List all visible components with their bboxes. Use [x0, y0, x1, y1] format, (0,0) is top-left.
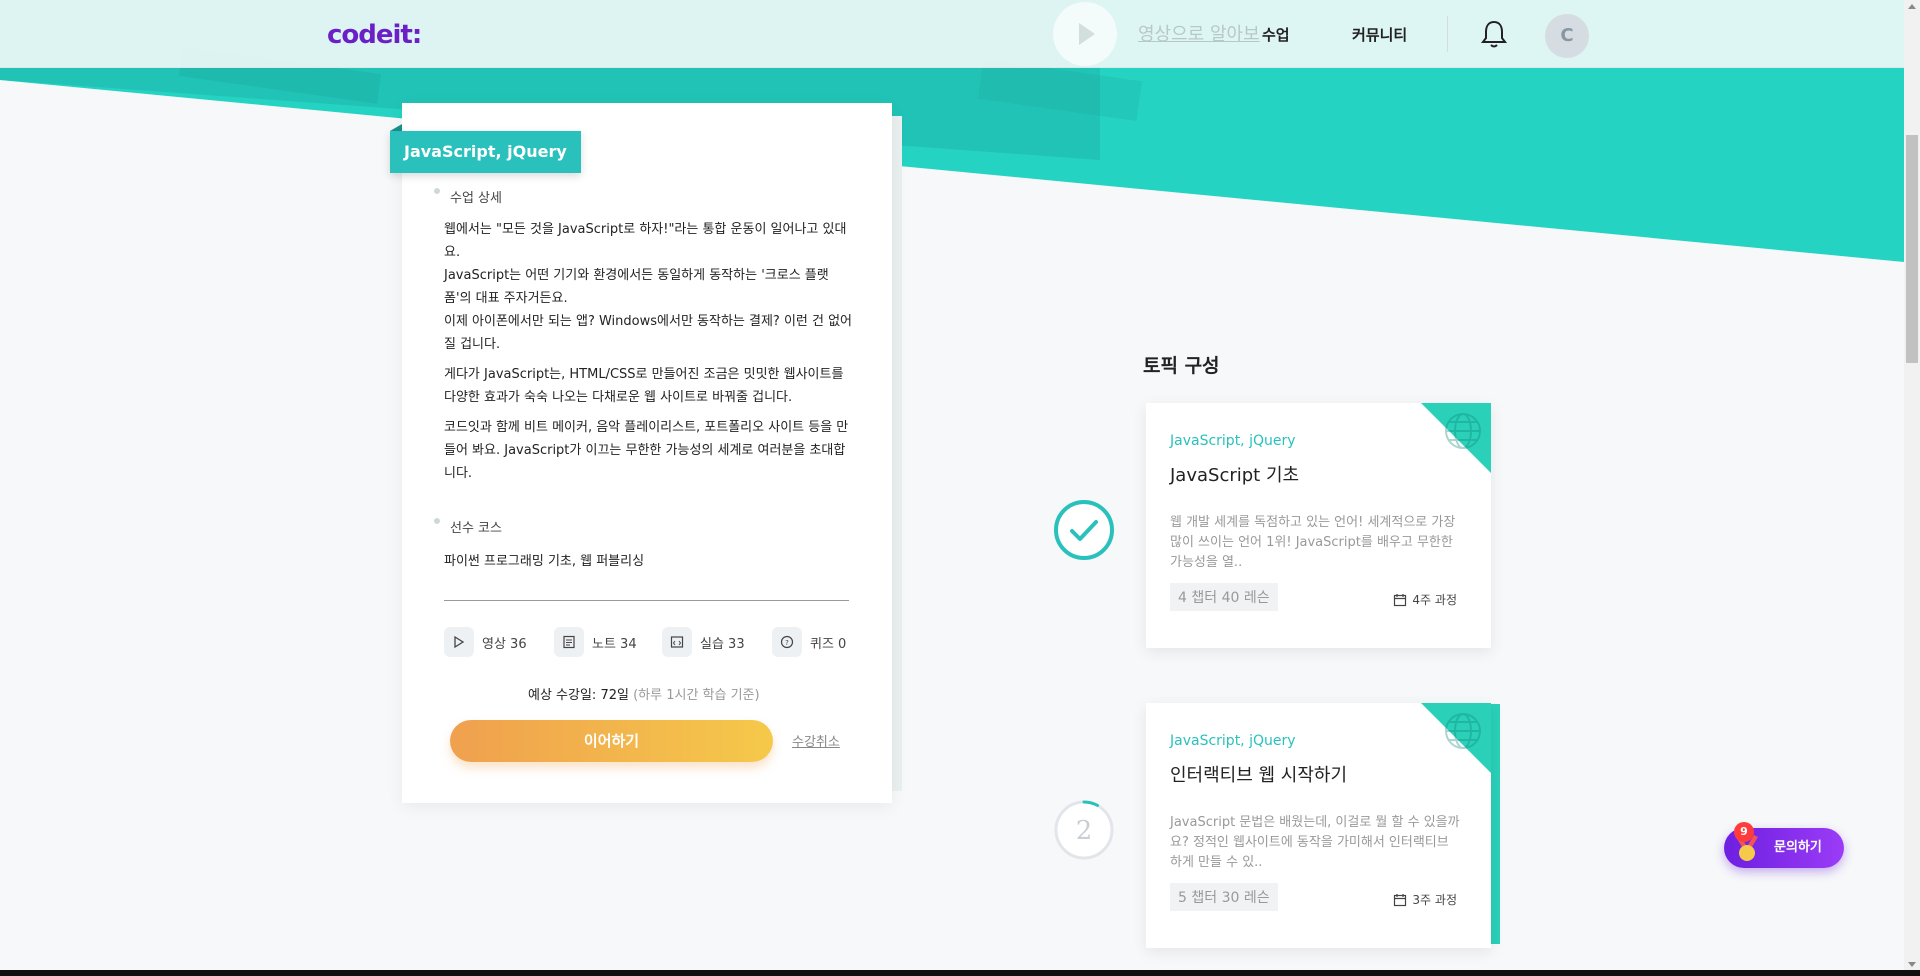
topic-name: 인터랙티브 웹 시작하기: [1170, 765, 1348, 786]
topic-card-body[interactable]: JavaScript, jQuery 인터랙티브 웹 시작하기 JavaScri…: [1146, 703, 1491, 948]
stat-label: 퀴즈 0: [810, 636, 847, 652]
calendar-icon: [1394, 593, 1407, 606]
stat-label: 노트 34: [592, 636, 637, 652]
topic-weeks-label: 3주 과정: [1412, 893, 1457, 907]
globe-icon: [1445, 713, 1481, 749]
description-paragraph: 코드잇과 함께 비트 메이커, 음악 플레이리스트, 포트폴리오 사이트 등을 …: [444, 420, 849, 481]
cancel-enrollment-link[interactable]: 수강취소: [792, 731, 840, 750]
course-tag: JavaScript, jQuery: [390, 131, 581, 173]
stat-label: 실습 33: [700, 636, 745, 652]
bottom-edge: [0, 970, 1920, 976]
notification-badge: 9: [1734, 822, 1754, 842]
estimated-days: 예상 수강일: 72일 (하루 1시간 학습 기준): [528, 684, 760, 703]
topic-weeks-label: 4주 과정: [1412, 593, 1457, 607]
check-circle-icon: [1054, 500, 1114, 560]
topic-chapter-count: 5 챕터 30 레슨: [1170, 883, 1278, 911]
stat-notes: 노트 34: [554, 627, 637, 657]
topic-category: JavaScript, jQuery: [1170, 433, 1296, 449]
topic-category: JavaScript, jQuery: [1170, 733, 1296, 749]
play-video-icon[interactable]: [1053, 2, 1117, 66]
nav-community[interactable]: 커뮤니티: [1352, 24, 1407, 45]
quiz-icon: ?: [772, 627, 802, 657]
code-icon: [662, 627, 692, 657]
top-nav: codeit: 영상으로 알아보 수업 커뮤니티 C: [0, 0, 1904, 68]
topic-description: JavaScript 문법은 배웠는데, 이걸로 뭘 할 수 있을까요? 정적인…: [1170, 815, 1460, 870]
prereq-courses: 파이썬 프로그래밍 기초, 웹 퍼블리싱: [444, 554, 645, 569]
estimate-sub: (하루 1시간 학습 기준): [633, 688, 760, 703]
note-icon: [554, 627, 584, 657]
section-dot: [434, 518, 440, 524]
video-intro-link[interactable]: 영상으로 알아보: [1138, 20, 1260, 46]
stat-label: 영상 36: [482, 636, 527, 652]
scrollbar-thumb[interactable]: [1906, 135, 1918, 363]
progress-circle: 2: [1054, 800, 1114, 860]
detail-title: 수업 상세: [450, 191, 502, 206]
scroll-down-arrow-icon[interactable]: [1908, 962, 1916, 967]
course-description: 웹에서는 "모든 것을 JavaScript로 하자!"라는 통합 운동이 일어…: [444, 218, 854, 492]
tag-fold: [390, 124, 402, 131]
section-dot: [434, 188, 440, 194]
avatar[interactable]: C: [1545, 14, 1589, 58]
nav-divider: [1447, 16, 1448, 52]
globe-icon: [1445, 413, 1481, 449]
stat-quiz: ? 퀴즈 0: [772, 627, 846, 657]
divider: [444, 600, 849, 601]
topic-description: 웹 개발 세계를 독점하고 있는 언어! 세계적으로 가장 많이 쓰이는 언어 …: [1170, 515, 1456, 570]
prereq-title: 선수 코스: [450, 521, 502, 536]
bell-icon[interactable]: [1478, 18, 1510, 50]
continue-button[interactable]: 이어하기: [450, 720, 773, 762]
stat-videos: 영상 36: [444, 627, 527, 657]
topic-duration: 4주 과정: [1393, 591, 1457, 608]
estimate-main: 예상 수강일: 72일: [528, 688, 629, 703]
topic-step-number: 2: [1076, 816, 1093, 846]
calendar-icon: [1394, 893, 1407, 906]
nav-classes[interactable]: 수업: [1262, 24, 1290, 45]
topic-card-body[interactable]: JavaScript, jQuery JavaScript 기초 웹 개발 세계…: [1146, 403, 1491, 648]
description-paragraph: 웹에서는 "모든 것을 JavaScript로 하자!"라는 통합 운동이 일어…: [444, 222, 853, 352]
description-paragraph: 게다가 JavaScript는, HTML/CSS로 만들어진 조금은 밋밋한 …: [444, 367, 844, 405]
topic-duration: 3주 과정: [1393, 891, 1457, 908]
stat-practice: 실습 33: [662, 627, 745, 657]
scroll-up-arrow-icon[interactable]: [1908, 4, 1916, 9]
topic-side-tab: [1490, 704, 1500, 944]
topic-chapter-count: 4 챕터 40 레슨: [1170, 583, 1278, 611]
topic-name: JavaScript 기초: [1170, 465, 1300, 486]
logo[interactable]: codeit:: [327, 20, 422, 50]
play-icon: [444, 627, 474, 657]
svg-text:?: ?: [785, 639, 789, 647]
topics-title: 토픽 구성: [1143, 355, 1220, 377]
